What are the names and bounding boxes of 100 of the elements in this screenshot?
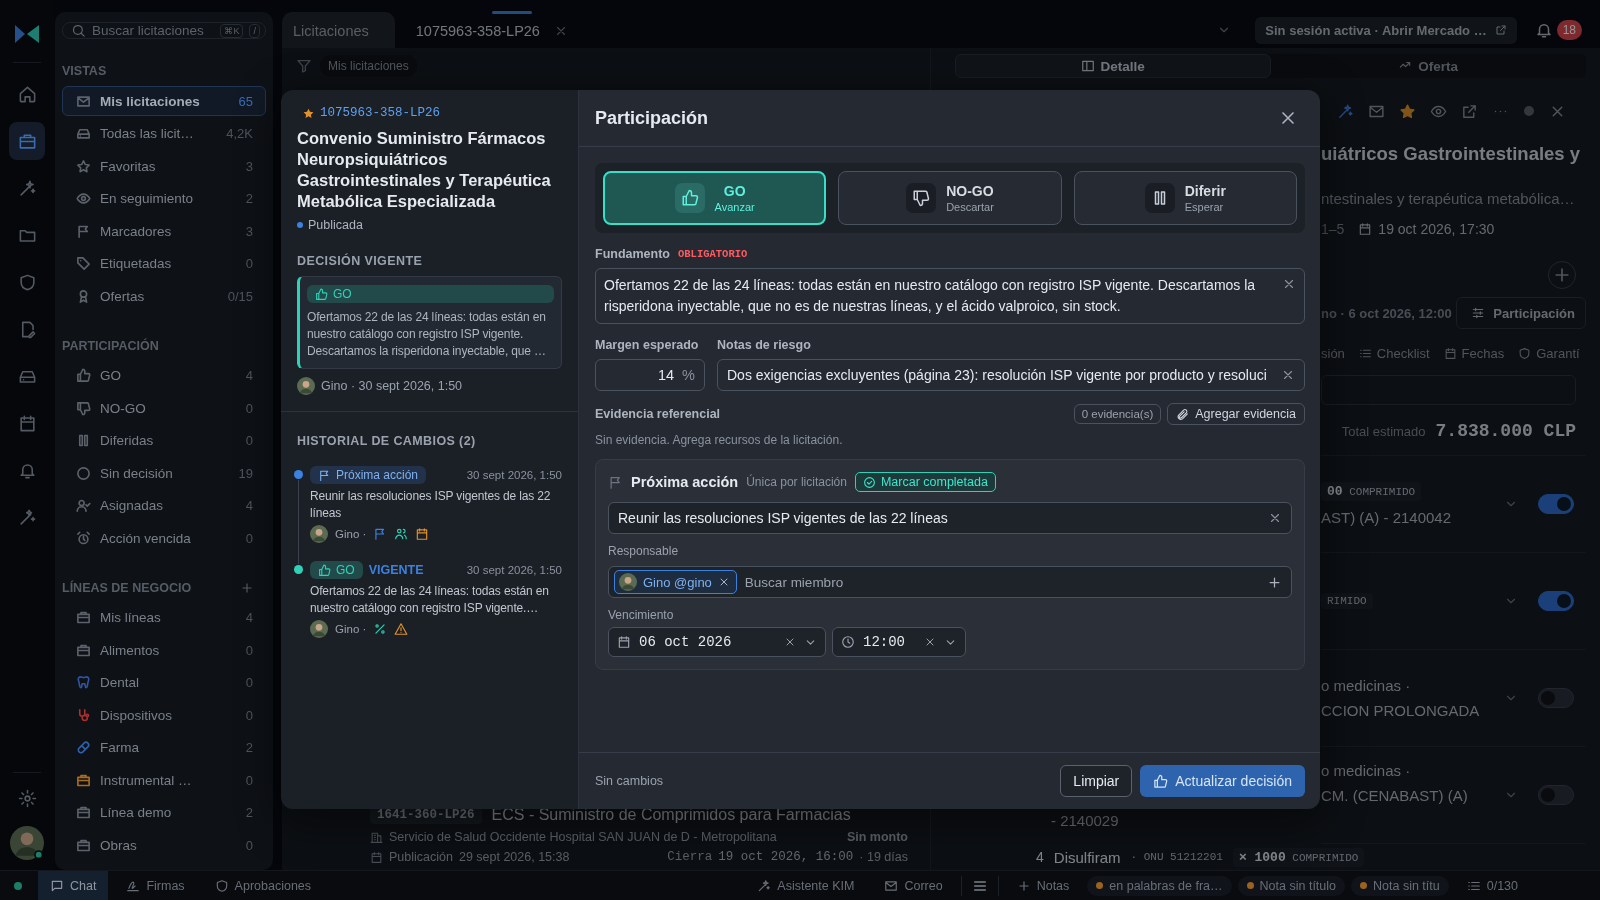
date-field[interactable]: 06 oct 2026 [608, 627, 826, 657]
sidebar-item[interactable]: Instrumental … 0 [62, 765, 266, 795]
shield-icon [1518, 346, 1532, 360]
sidebar-item[interactable]: En seguimiento 2 [62, 183, 266, 214]
sparkles-icon[interactable] [1337, 102, 1354, 120]
margin-field[interactable]: 14 % [595, 359, 705, 391]
row-number: 4 [1036, 849, 1044, 865]
toggle-switch[interactable] [1538, 785, 1574, 805]
quantity-chip: × 1000 COMPRIMIDO [1232, 847, 1365, 867]
member-field[interactable]: Gino @gino Buscar miembro [608, 566, 1292, 598]
sidebar-item[interactable]: GO 4 [62, 360, 266, 391]
search-field[interactable]: Buscar licitaciones ⌘K / [62, 22, 266, 39]
settings-icon[interactable] [17, 789, 37, 808]
thumbs-up-icon [680, 189, 699, 207]
action-field[interactable]: Reunir las resoluciones ISP vigentes de las 22 líneas [608, 502, 1292, 534]
total-amount: 7.838.000 CLP [1435, 421, 1576, 441]
required-label: OBLIGATORIO [678, 248, 748, 260]
clear-icon[interactable] [924, 636, 936, 648]
field-label: Evidencia referencial [595, 407, 721, 421]
sidebar-item[interactable]: Etiquetadas 0 [62, 248, 266, 279]
decision-option[interactable]: Diferir Esperar [1073, 171, 1297, 225]
bottom-tab[interactable]: Aprobaciones [202, 870, 324, 900]
toolbar-button[interactable]: 0/130 [1454, 870, 1530, 900]
filter-icon[interactable] [296, 58, 312, 74]
sidebar-item[interactable]: Diferidas 0 [62, 425, 266, 456]
section-tab[interactable]: Checklist [1358, 345, 1430, 361]
star-icon[interactable] [1399, 102, 1416, 120]
bottom-tab[interactable]: Chat [38, 870, 109, 900]
toggle-switch[interactable] [1538, 591, 1574, 611]
user-check-icon [76, 498, 91, 513]
toolbar-button[interactable]: Correo [872, 870, 955, 900]
toolbar-button[interactable]: Notas [1004, 870, 1082, 900]
risk-notes-field[interactable]: Dos exigencias excluyentes (página 23): resolución ISP vigente por producto y resoluci [717, 359, 1305, 391]
note-chip[interactable]: Nota sin títu [1351, 875, 1449, 896]
toggle-switch[interactable] [1538, 688, 1574, 708]
tag-icon [76, 256, 91, 271]
decision-option[interactable]: NO-GO Descartar [838, 171, 1062, 225]
tab[interactable]: Detalle [955, 54, 1271, 78]
drag-handle[interactable] [492, 11, 532, 14]
note-chip[interactable]: en palabras de fra… [1087, 875, 1232, 896]
clear-icon[interactable] [1268, 511, 1282, 525]
note-chip[interactable]: Nota sin título [1237, 875, 1345, 896]
sidebar-item[interactable]: Todas las licit… 4,2K [62, 118, 266, 149]
shield-icon [17, 272, 37, 292]
sidebar-item[interactable]: Asignadas 4 [62, 490, 266, 521]
sidebar-item[interactable]: Alimentos 0 [62, 635, 266, 665]
avatar[interactable] [10, 826, 44, 860]
reason-field[interactable]: Ofertamos 22 de las 24 líneas: todas están en nuestro catálogo con registro ISP vigente. Descartamos la risperidona inyectable, que no es de nuestras líneas, y el ácido valproico, sin stock. [595, 268, 1305, 324]
time-field[interactable]: 12:00 [832, 627, 966, 657]
sidebar-item[interactable]: Dispositivos 0 [62, 700, 266, 730]
bottom-tab[interactable]: Firmas [114, 870, 197, 900]
author-text: Gino · [335, 623, 367, 635]
update-decision-button[interactable]: Actualizar decisión [1140, 765, 1305, 797]
plus-icon[interactable] [1267, 574, 1282, 590]
sidebar-item[interactable]: Mis licitaciones 65 [62, 86, 266, 116]
tab[interactable]: 1075963-358-LP26 [404, 12, 594, 48]
dialog-title: Participación [595, 107, 709, 129]
change-date: 30 sept 2026, 1:50 [466, 564, 562, 576]
sidebar-item[interactable]: Favoritas 3 [62, 151, 266, 181]
sidebar-item[interactable]: Ofertas 0/15 [62, 281, 266, 311]
section-tab[interactable]: Fechas [1443, 345, 1505, 361]
clear-icon[interactable] [1282, 277, 1296, 291]
sidebar-item[interactable]: Dental 0 [62, 667, 266, 698]
thumbs-up-icon [315, 287, 328, 301]
sidebar-item[interactable]: Línea demo 2 [62, 797, 266, 828]
mark-complete-button[interactable]: Marcar completada [854, 472, 996, 492]
clear-icon[interactable] [784, 636, 796, 648]
decision-option[interactable]: GO Avanzar [603, 171, 827, 225]
decision-text: Ofertamos 22 de las 24 líneas: todas están en nuestro catálogo con registro ISP vigente. Descartamos la risperidona inyectable, que … [307, 309, 547, 360]
external-link-icon[interactable] [1461, 102, 1478, 120]
sidebar-item[interactable]: Farma 2 [62, 732, 266, 763]
status-text: Publicada [308, 218, 363, 232]
sidebar-item[interactable]: Marcadores 3 [62, 216, 266, 246]
nav-button[interactable] [9, 122, 45, 160]
session-button[interactable]: Sin sesión activa · Abrir Mercado … [1255, 16, 1517, 44]
sidebar-item[interactable]: Acción vencida 0 [62, 523, 266, 553]
sidebar-item[interactable]: Mis líneas 4 [62, 602, 266, 633]
filter-chip[interactable]: Mis licitaciones [320, 55, 417, 77]
toolbar-button[interactable]: Asistente KIM [745, 870, 867, 900]
decision-tag: GO [307, 285, 554, 303]
toggle-switch[interactable] [1538, 494, 1574, 514]
input-field[interactable] [1321, 375, 1576, 405]
quantity-chip: 00 COMPRIMIDO [1321, 482, 1422, 501]
avatar [310, 620, 328, 638]
item-code: · ONU 51212201 [1130, 851, 1223, 863]
category-text: o medicinas · [1321, 677, 1411, 694]
tab[interactable]: Oferta [1270, 54, 1586, 78]
change-tag: GO [310, 561, 363, 579]
clear-icon[interactable] [1281, 368, 1295, 382]
section-tab[interactable]: Garantí [1518, 345, 1580, 361]
clear-button[interactable]: Limpiar [1060, 765, 1133, 797]
participation-button[interactable]: Participación [1456, 297, 1586, 329]
tab[interactable]: Licitaciones [282, 12, 395, 48]
member-chip[interactable]: Gino @gino [614, 570, 737, 594]
sparkles-icon [17, 178, 37, 198]
bell-icon[interactable] [1534, 21, 1553, 39]
add-evidence-button[interactable]: Agregar evidencia [1167, 403, 1305, 425]
sidebar-item[interactable]: Sin decisión 19 [62, 458, 266, 488]
sidebar-item[interactable]: Obras 0 [62, 830, 266, 860]
sidebar-item[interactable]: NO-GO 0 [62, 393, 266, 423]
